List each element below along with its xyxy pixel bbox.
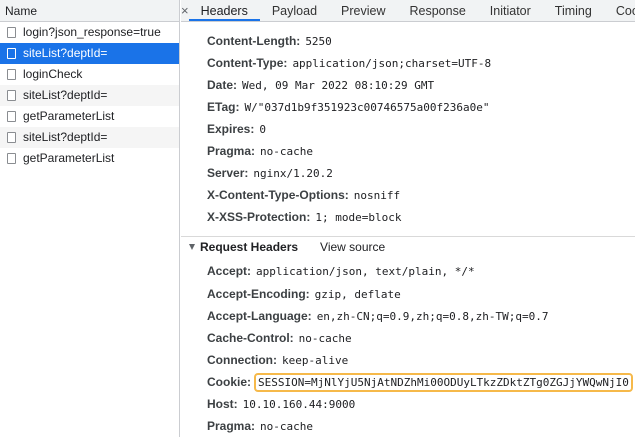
header-value: no-cache (298, 332, 352, 345)
request-row[interactable]: getParameterList (0, 106, 179, 127)
document-icon (7, 27, 16, 38)
request-header-row: Accept-Encoding: gzip, deflate (207, 285, 401, 303)
document-icon (7, 90, 16, 101)
request-header-row: Accept-Language: en,zh-CN;q=0.9,zh;q=0.8,… (207, 307, 548, 325)
tab-cookies[interactable]: Cookies (604, 0, 635, 21)
section-divider (181, 236, 635, 237)
document-icon (7, 153, 16, 164)
response-header-row: Expires: 0 (207, 120, 266, 138)
tab-initiator[interactable]: Initiator (478, 0, 543, 21)
document-icon (7, 132, 16, 143)
request-row-selected[interactable]: siteList?deptId= (0, 43, 179, 64)
request-headers-section-header[interactable]: Request Headers View source (189, 238, 385, 256)
request-header-row: Host: 10.10.160.44:9000 (207, 395, 355, 413)
header-value: 10.10.160.44:9000 (242, 398, 356, 411)
header-value: nosniff (353, 189, 401, 202)
document-icon (7, 48, 16, 59)
response-header-row: Server: nginx/1.20.2 (207, 164, 333, 182)
header-value: Wed, 09 Mar 2022 08:10:29 GMT (242, 79, 435, 92)
header-name: Expires: (207, 122, 255, 136)
header-name: Pragma: (207, 144, 256, 158)
header-value: en,zh-CN;q=0.9,zh;q=0.8,zh-TW;q=0.7 (316, 310, 549, 323)
header-name: Cache-Control: (207, 331, 294, 345)
headers-content: Content-Length: 5250 Content-Type: applica… (181, 22, 635, 437)
request-name: login?json_response=true (23, 25, 161, 39)
response-header-row: Content-Length: 5250 (207, 32, 332, 50)
response-header-row: X-Content-Type-Options: nosniff (207, 186, 400, 204)
request-row[interactable]: siteList?deptId= (0, 85, 179, 106)
request-name: loginCheck (23, 67, 83, 81)
tab-payload[interactable]: Payload (260, 0, 329, 21)
request-header-row: Cookie: SESSION=MjNlYjU5NjAtNDZhMi00ODUyL… (207, 373, 633, 392)
request-name: siteList?deptId= (23, 88, 108, 102)
header-value: W/"037d1b9f351923c00746575a00f236a0e" (244, 101, 490, 114)
request-row[interactable]: siteList?deptId= (0, 127, 179, 148)
request-name: siteList?deptId= (23, 130, 108, 144)
header-value: application/json, text/plain, */* (256, 265, 475, 278)
header-name: Pragma: (207, 419, 256, 433)
response-header-row: Pragma: no-cache (207, 142, 313, 160)
header-name: Accept: (207, 264, 252, 278)
header-value: gzip, deflate (314, 288, 401, 301)
header-name: Content-Length: (207, 34, 301, 48)
header-name: Connection: (207, 353, 277, 367)
header-value: 1; mode=block (315, 211, 402, 224)
header-name: X-XSS-Protection: (207, 210, 311, 224)
close-icon[interactable]: × (181, 0, 189, 21)
request-name: getParameterList (23, 109, 115, 123)
header-value: no-cache (260, 420, 314, 433)
request-row[interactable]: getParameterList (0, 148, 179, 169)
cookie-value-highlighted[interactable]: SESSION=MjNlYjU5NjAtNDZhMi00ODUyLTkzZDkt… (254, 373, 633, 392)
header-value: 0 (259, 123, 266, 136)
expand-triangle-icon[interactable] (189, 244, 195, 250)
detail-tab-bar: × Headers Payload Preview Response Initi… (181, 0, 635, 22)
header-name: Cookie: (207, 375, 252, 389)
request-detail-panel: × Headers Payload Preview Response Initi… (181, 0, 635, 437)
response-header-row: Date: Wed, 09 Mar 2022 08:10:29 GMT (207, 76, 434, 94)
request-name: getParameterList (23, 151, 115, 165)
request-header-row: Pragma: no-cache (207, 417, 313, 435)
header-name: Host: (207, 397, 238, 411)
header-name: Content-Type: (207, 56, 288, 70)
response-header-row: ETag: W/"037d1b9f351923c00746575a00f236a0… (207, 98, 490, 116)
section-title: Request Headers (200, 240, 299, 254)
header-value: keep-alive (282, 354, 349, 367)
tab-headers[interactable]: Headers (188, 0, 260, 21)
header-name: Server: (207, 166, 249, 180)
name-column-header[interactable]: Name (0, 0, 179, 22)
header-name: Date: (207, 78, 238, 92)
request-list-panel: Name login?json_response=true siteList?d… (0, 0, 180, 437)
header-name: ETag: (207, 100, 240, 114)
header-value: no-cache (260, 145, 314, 158)
request-row[interactable]: login?json_response=true (0, 22, 179, 43)
header-name: Accept-Language: (207, 309, 312, 323)
header-name: X-Content-Type-Options: (207, 188, 349, 202)
tab-timing[interactable]: Timing (543, 0, 604, 21)
request-header-row: Connection: keep-alive (207, 351, 348, 369)
response-header-row: X-XSS-Protection: 1; mode=block (207, 208, 401, 226)
header-value: 5250 (305, 35, 332, 48)
document-icon (7, 111, 16, 122)
response-header-row: Content-Type: application/json;charset=UT… (207, 54, 491, 72)
header-name: Accept-Encoding: (207, 287, 310, 301)
request-name: siteList?deptId= (23, 46, 108, 60)
request-header-row: Cache-Control: no-cache (207, 329, 352, 347)
header-value: nginx/1.20.2 (253, 167, 333, 180)
request-header-row: Accept: application/json, text/plain, */* (207, 262, 475, 280)
view-source-link[interactable]: View source (320, 238, 385, 256)
tab-response[interactable]: Response (398, 0, 478, 21)
request-row[interactable]: loginCheck (0, 64, 179, 85)
header-value: application/json;charset=UTF-8 (292, 57, 492, 70)
document-icon (7, 69, 16, 80)
tab-preview[interactable]: Preview (329, 0, 397, 21)
